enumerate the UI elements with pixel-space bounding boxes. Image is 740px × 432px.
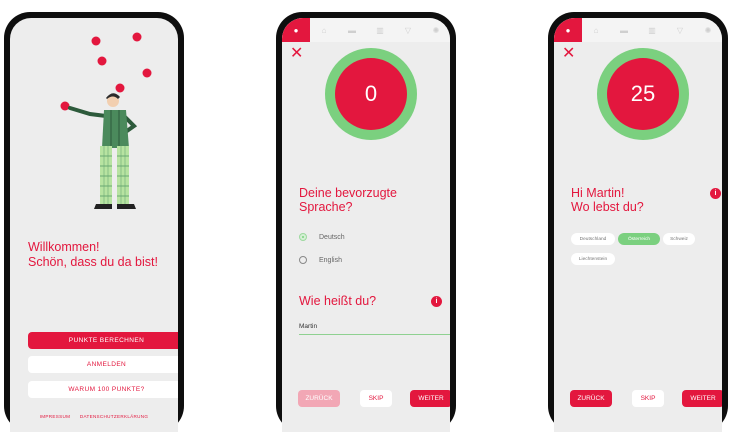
why-100-points-button[interactable]: WARUM 100 PUNKTE? (28, 381, 178, 398)
radio-label: Deutsch (319, 233, 345, 241)
close-icon[interactable]: ✕ (290, 46, 303, 62)
question-line-2: Sprache? (299, 200, 353, 214)
question-line-2: Wo lebst du? (571, 200, 644, 214)
language-question: Deine bevorzugte Sprache? (299, 186, 397, 214)
close-icon[interactable]: ✕ (562, 46, 575, 62)
phone-language: ● ⌂ ▬ ▥ ▽ ✺ ✕ 0 Deine bevorzugte Sprache… (276, 12, 456, 432)
next-button[interactable]: WEITER (410, 390, 450, 407)
location-pin-icon[interactable]: ● (554, 18, 582, 42)
top-nav: ● ⌂ ▬ ▥ ▽ ✺ (554, 18, 722, 42)
country-chip-oesterreich[interactable]: Österreich (618, 233, 660, 245)
skip-button[interactable]: SKIP (632, 390, 664, 407)
name-question: Wie heißt du? (299, 294, 377, 308)
country-chip-liechtenstein[interactable]: Liechtenstein (571, 253, 615, 265)
welcome-line-1: Willkommen! (28, 240, 100, 254)
location-pin-icon[interactable]: ● (282, 18, 310, 42)
country-chip-deutschland[interactable]: Deutschland (571, 233, 615, 245)
country-chip-schweiz[interactable]: Schweiz (663, 233, 695, 245)
top-nav: ● ⌂ ▬ ▥ ▽ ✺ (282, 18, 450, 42)
back-button[interactable]: ZURÜCK (570, 390, 612, 407)
home-icon[interactable]: ⌂ (310, 18, 338, 42)
building-icon[interactable]: ▥ (638, 18, 666, 42)
info-icon[interactable]: i (710, 188, 721, 199)
login-button[interactable]: ANMELDEN (28, 356, 178, 373)
radio-indicator (299, 256, 307, 264)
car-icon[interactable]: ▬ (338, 18, 366, 42)
radio-english[interactable]: English (299, 256, 342, 264)
name-input-underline (299, 334, 450, 335)
location-screen: ● ⌂ ▬ ▥ ▽ ✺ ✕ 25 Hi Martin! Wo lebst du?… (554, 18, 722, 432)
calculate-points-button[interactable]: PUNKTE BERECHNEN (28, 332, 178, 349)
radio-indicator (299, 233, 307, 241)
radio-deutsch[interactable]: Deutsch (299, 233, 345, 241)
home-icon[interactable]: ⌂ (582, 18, 610, 42)
sun-icon[interactable]: ✺ (422, 18, 450, 42)
skip-button[interactable]: SKIP (360, 390, 392, 407)
phone-welcome: Willkommen! Schön, dass du da bist! PUNK… (4, 12, 184, 432)
score-value: 25 (607, 58, 679, 130)
location-question: Hi Martin! Wo lebst du? (571, 186, 644, 214)
score-gauge: 0 (325, 48, 417, 140)
welcome-heading: Willkommen! Schön, dass du da bist! (28, 240, 158, 270)
language-screen: ● ⌂ ▬ ▥ ▽ ✺ ✕ 0 Deine bevorzugte Sprache… (282, 18, 450, 432)
welcome-line-2: Schön, dass du da bist! (28, 255, 158, 269)
question-line-1: Deine bevorzugte (299, 186, 397, 200)
cart-icon[interactable]: ▽ (394, 18, 422, 42)
radio-label: English (319, 256, 342, 264)
next-button[interactable]: WEITER (682, 390, 722, 407)
car-icon[interactable]: ▬ (610, 18, 638, 42)
name-input[interactable]: Martin (299, 323, 317, 330)
score-value: 0 (335, 58, 407, 130)
welcome-screen: Willkommen! Schön, dass du da bist! PUNK… (10, 18, 178, 432)
cart-icon[interactable]: ▽ (666, 18, 694, 42)
back-button[interactable]: ZURÜCK (298, 390, 340, 407)
question-line-1: Hi Martin! (571, 186, 625, 200)
juggler-illustration (60, 32, 152, 209)
phone-location: ● ⌂ ▬ ▥ ▽ ✺ ✕ 25 Hi Martin! Wo lebst du?… (548, 12, 728, 432)
info-icon[interactable]: i (431, 296, 442, 307)
building-icon[interactable]: ▥ (366, 18, 394, 42)
score-gauge: 25 (597, 48, 689, 140)
sun-icon[interactable]: ✺ (694, 18, 722, 42)
